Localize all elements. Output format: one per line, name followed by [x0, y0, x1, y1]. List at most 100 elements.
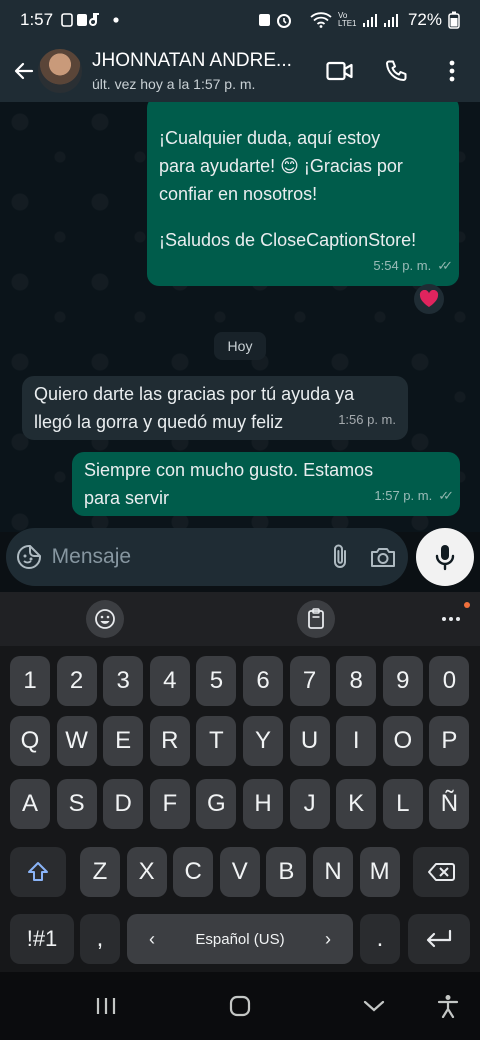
message-line	[159, 208, 447, 226]
key-4[interactable]: 4	[149, 656, 190, 706]
more-vertical-icon	[449, 60, 455, 82]
key-enye[interactable]: Ñ	[429, 779, 470, 829]
key-b[interactable]: B	[266, 847, 307, 897]
period-key[interactable]: .	[360, 914, 400, 964]
key-s[interactable]: S	[56, 779, 97, 829]
symbols-key[interactable]: !#1	[10, 914, 74, 964]
key-k[interactable]: K	[336, 779, 377, 829]
key-z[interactable]: Z	[80, 847, 120, 897]
message-line: Siempre con mucho gusto. Estamos	[84, 460, 374, 480]
message-bubble-incoming[interactable]: Quiero darte las gracias por tú ayuda ya…	[22, 376, 408, 440]
key-6[interactable]: 6	[243, 656, 283, 706]
message-time: 1:57 p. m.	[374, 488, 433, 503]
key-w[interactable]: W	[56, 716, 97, 766]
key-d[interactable]: D	[103, 779, 144, 829]
clipboard-icon	[308, 608, 324, 629]
key-p[interactable]: P	[429, 716, 470, 766]
key-h[interactable]: H	[243, 779, 283, 829]
voice-message-button[interactable]	[416, 528, 474, 586]
chat-header: JHONNATAN ANDRE... últ. vez hoy a la 1:5…	[0, 40, 480, 102]
status-bar: 1:57 Vo LTE1 72%	[0, 0, 480, 40]
attach-button[interactable]	[323, 537, 357, 577]
key-i[interactable]: I	[336, 716, 377, 766]
key-v[interactable]: V	[219, 847, 260, 897]
message-line: ¡Cualquier duda, aquí estoy	[159, 128, 381, 148]
key-1[interactable]: 1	[10, 656, 50, 706]
chat-area[interactable]: ¡Cualquier duda, aquí estoy para ayudart…	[0, 102, 480, 532]
message-bubble-outgoing[interactable]: Siempre con mucho gusto. Estamos para se…	[72, 452, 460, 516]
shift-icon	[28, 862, 48, 881]
message-composer	[6, 528, 408, 586]
message-line: Quiero darte las gracias por tú ayuda ya	[34, 384, 355, 404]
key-e[interactable]: E	[103, 716, 144, 766]
key-l[interactable]: L	[382, 779, 423, 829]
day-divider: Hoy	[214, 332, 266, 360]
arrow-left-icon: ‹	[149, 928, 155, 949]
microphone-icon	[435, 545, 455, 571]
keyboard-toolbar	[0, 592, 480, 646]
key-8[interactable]: 8	[336, 656, 377, 706]
shift-key[interactable]	[10, 847, 66, 897]
message-input[interactable]	[51, 545, 323, 569]
last-seen: últ. vez hoy a la 1:57 p. m.	[92, 76, 256, 92]
arrow-back-icon	[14, 62, 34, 80]
paperclip-icon	[333, 544, 346, 568]
notification-dot	[464, 602, 470, 608]
emoji-button[interactable]	[86, 600, 124, 638]
key-y[interactable]: Y	[243, 716, 283, 766]
notification-icons	[61, 13, 119, 27]
sticker-button[interactable]	[12, 537, 46, 577]
message-line: confiar en nosotros!	[159, 184, 318, 204]
backspace-icon	[428, 863, 455, 881]
key-r[interactable]: R	[149, 716, 190, 766]
double-check-icon: ✓✓	[438, 488, 454, 503]
backspace-key[interactable]	[413, 847, 469, 897]
comma-key[interactable]: ,	[80, 914, 120, 964]
home-button[interactable]	[220, 986, 260, 1026]
message-time: 1:56 p. m.	[338, 412, 396, 427]
key-x[interactable]: X	[126, 847, 167, 897]
key-2[interactable]: 2	[56, 656, 97, 706]
enter-key[interactable]	[408, 914, 470, 964]
message-bubble-outgoing[interactable]: ¡Cualquier duda, aquí estoy para ayudart…	[147, 102, 459, 286]
key-j[interactable]: J	[289, 779, 330, 829]
key-n[interactable]: N	[313, 847, 353, 897]
video-call-button[interactable]	[320, 51, 360, 91]
key-f[interactable]: F	[149, 779, 190, 829]
key-3[interactable]: 3	[103, 656, 144, 706]
menu-button[interactable]	[432, 51, 472, 91]
contact-avatar[interactable]	[38, 49, 82, 93]
video-camera-icon	[326, 61, 353, 81]
recents-button[interactable]	[86, 986, 126, 1026]
key-t[interactable]: T	[196, 716, 237, 766]
key-7[interactable]: 7	[289, 656, 330, 706]
more-icon	[442, 617, 460, 621]
enter-icon	[426, 929, 452, 948]
key-o[interactable]: O	[382, 716, 423, 766]
clipboard-button[interactable]	[297, 600, 335, 638]
camera-button[interactable]	[366, 537, 400, 577]
accessibility-button[interactable]	[428, 986, 468, 1026]
key-g[interactable]: G	[196, 779, 237, 829]
space-key[interactable]: ‹ Español (US) ›	[127, 914, 353, 964]
key-c[interactable]: C	[173, 847, 214, 897]
key-9[interactable]: 9	[382, 656, 423, 706]
key-u[interactable]: U	[289, 716, 330, 766]
key-a[interactable]: A	[10, 779, 50, 829]
keyboard: 1234567890 QWERTYUIOP ASDFGHJKLÑ ZXCVBNM…	[0, 646, 480, 972]
reaction-badge[interactable]	[414, 284, 444, 314]
battery-percent: 72%	[407, 10, 442, 29]
message-line: ¡Saludos de CloseCaptionStore!	[159, 230, 417, 250]
key-0[interactable]: 0	[429, 656, 470, 706]
key-m[interactable]: M	[359, 847, 400, 897]
key-5[interactable]: 5	[196, 656, 237, 706]
key-q[interactable]: Q	[10, 716, 50, 766]
contact-info[interactable]: JHONNATAN ANDRE... últ. vez hoy a la 1:5…	[92, 50, 312, 92]
voice-call-button[interactable]	[376, 51, 416, 91]
alarm-icon	[258, 14, 291, 28]
hide-keyboard-button[interactable]	[354, 986, 394, 1026]
double-check-icon: ✓✓	[437, 258, 453, 273]
camera-icon	[371, 548, 396, 567]
wifi-icon	[310, 12, 332, 28]
navigation-bar	[0, 972, 480, 1040]
